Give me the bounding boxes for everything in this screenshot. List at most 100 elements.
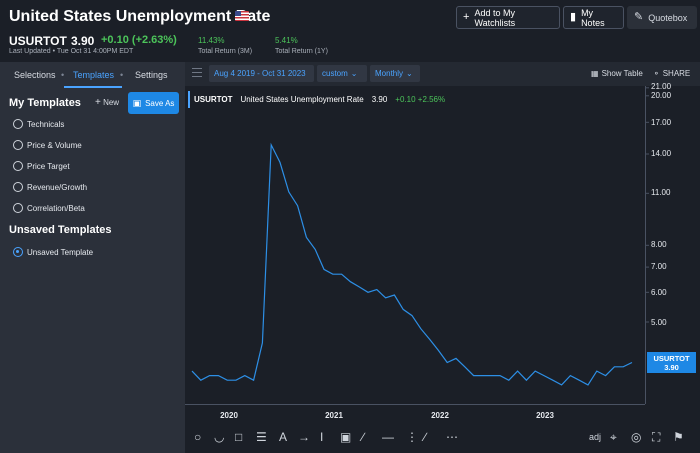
active-tab-indicator — [64, 86, 122, 88]
y-tick-label: 11.00 — [651, 188, 671, 197]
x-tick-label: 2022 — [431, 411, 449, 420]
template-label[interactable]: Revenue/Growth — [27, 183, 87, 192]
sidebar-tabs: Selections • Templates • Settings — [0, 62, 185, 88]
quotebox-button[interactable]: ✎ Quotebox — [627, 6, 697, 29]
last-value-label: USURTOT 3.90 — [647, 352, 696, 373]
template-label[interactable]: Price Target — [27, 162, 70, 171]
legend-change-pct: +2.56% — [417, 95, 446, 104]
crosshair-icon[interactable]: ⌖ — [610, 431, 617, 443]
drawing-tools-bar: ○ ◡ □ ☰ A → I ▣ ∕ — ⋮ ∕ ⋯ adj ⌖ ◎ ⛶ ⚑ — [185, 426, 700, 453]
template-label[interactable]: Correlation/Beta — [27, 204, 85, 213]
share-icon: ⚬ — [653, 69, 660, 78]
frequency-dropdown[interactable]: Monthly ⌄ — [370, 65, 420, 82]
chart-toolbar: Aug 4 2019 - Oct 31 2023 custom ⌄ Monthl… — [185, 62, 700, 86]
radio-unsaved-template[interactable] — [13, 247, 23, 257]
page-title: United States Unemployment Rate — [9, 8, 271, 25]
price-change: +0.10 (+2.63%) — [101, 34, 177, 46]
arc-tool-icon[interactable]: ◡ — [214, 431, 224, 443]
fibonacci-tool-icon[interactable]: ☰ — [256, 431, 267, 443]
return-1y-value: 5.41% — [275, 36, 298, 45]
text-tool-icon[interactable]: A — [279, 431, 287, 443]
tab-settings[interactable]: Settings — [135, 70, 168, 80]
plus-icon: + — [95, 97, 101, 108]
radio-revenue-growth[interactable] — [13, 182, 23, 192]
templates-sidebar: Selections • Templates • Settings My Tem… — [0, 62, 185, 453]
chart-legend: USURTOT United States Unemployment Rate … — [188, 91, 446, 108]
range-mode-dropdown[interactable]: custom ⌄ — [317, 65, 367, 82]
chart-area[interactable] — [185, 86, 700, 426]
add-to-watchlist-button[interactable]: + Add to My Watchlists — [456, 6, 560, 29]
save-icon: ▣ — [132, 97, 142, 108]
legend-value: 3.90 — [371, 95, 388, 104]
my-notes-label: My Notes — [581, 7, 605, 28]
price-change-pct: (+2.63%) — [131, 34, 177, 46]
y-tick-label: 14.00 — [651, 149, 672, 158]
date-range-label: Aug 4 2019 - Oct 31 2023 — [214, 69, 306, 78]
my-notes-button[interactable]: ▮ My Notes — [563, 6, 624, 29]
x-axis-line — [185, 404, 645, 405]
tag-icon[interactable]: ⚑ — [673, 431, 684, 443]
text-cursor-tool-icon[interactable]: I — [320, 431, 323, 443]
return-3m: 11.43% Total Return (3M) — [198, 36, 252, 55]
legend-change-value: +0.10 — [395, 95, 416, 104]
y-tick-label: 7.00 — [651, 262, 667, 271]
note-icon: ▮ — [570, 11, 577, 23]
fullscreen-icon[interactable]: ⛶ — [652, 431, 660, 443]
y-tick-label: 5.00 — [651, 318, 667, 327]
tab-selections[interactable]: Selections — [14, 70, 56, 80]
y-tick-label: 21.00 — [651, 82, 672, 91]
frequency-label: Monthly — [375, 69, 404, 78]
range-mode-label: custom — [322, 69, 348, 78]
trend-line-tool-icon[interactable]: ∕ — [424, 431, 426, 443]
y-tick-label: 20.00 — [651, 91, 672, 100]
last-value-symbol: USURTOT — [653, 353, 690, 363]
tab-templates[interactable]: Templates — [73, 70, 114, 80]
show-table-label: Show Table — [601, 69, 643, 78]
legend-symbol: USURTOT — [194, 95, 233, 104]
radio-technicals[interactable] — [13, 119, 23, 129]
unsaved-templates-heading: Unsaved Templates — [9, 224, 112, 236]
radio-correlation-beta[interactable] — [13, 203, 23, 213]
horizontal-line-tool-icon[interactable]: — — [382, 431, 394, 443]
adjust-toggle[interactable]: adj — [589, 433, 601, 442]
template-label[interactable]: Unsaved Template — [27, 248, 93, 257]
chevron-down-icon: ⌄ — [350, 69, 358, 78]
my-templates-heading: My Templates — [9, 97, 81, 109]
y-tick-label: 17.00 — [651, 118, 672, 127]
more-tools-icon[interactable]: ⋯ — [446, 431, 458, 443]
us-flag-icon — [235, 11, 249, 21]
table-icon: ▦ — [591, 69, 599, 78]
vertical-line-tool-icon[interactable]: ⋮ — [406, 431, 418, 443]
page-header: United States Unemployment Rate + Add to… — [0, 0, 700, 62]
tab-separator: • — [61, 70, 65, 80]
ticker-symbol: USURTOT — [9, 34, 67, 48]
x-tick-label: 2023 — [536, 411, 554, 420]
template-label[interactable]: Technicals — [27, 120, 64, 129]
x-tick-label: 2021 — [325, 411, 343, 420]
return-1y: 5.41% Total Return (1Y) — [275, 36, 328, 55]
save-as-button[interactable]: ▣ Save As — [128, 92, 179, 114]
legend-name: United States Unemployment Rate — [240, 95, 364, 104]
last-value-number: 3.90 — [664, 362, 679, 372]
template-label[interactable]: Price & Volume — [27, 141, 82, 150]
menu-icon[interactable] — [192, 68, 202, 78]
circle-tool-icon[interactable]: ○ — [194, 431, 201, 443]
return-1y-label: Total Return (1Y) — [275, 48, 328, 55]
legend-change: +0.10 +2.56% — [395, 95, 445, 104]
arrow-tool-icon[interactable]: → — [298, 431, 310, 443]
date-range-selector[interactable]: Aug 4 2019 - Oct 31 2023 — [209, 65, 314, 82]
radio-price-target[interactable] — [13, 161, 23, 171]
share-button[interactable]: ⚬ SHARE — [653, 69, 690, 78]
radio-price-volume[interactable] — [13, 140, 23, 150]
new-template-button[interactable]: + New — [95, 97, 119, 108]
magnet-icon[interactable]: ◎ — [631, 431, 641, 443]
tab-separator: • — [120, 70, 124, 80]
last-price: 3.90 — [71, 34, 95, 48]
show-table-button[interactable]: ▦ Show Table — [591, 69, 643, 78]
price-label-tool-icon[interactable]: ▣ — [340, 431, 351, 443]
add-to-watchlist-label: Add to My Watchlists — [474, 7, 516, 28]
line-tool-icon[interactable]: ∕ — [362, 431, 364, 443]
rectangle-tool-icon[interactable]: □ — [235, 431, 242, 443]
pencil-icon: ✎ — [634, 11, 644, 23]
x-tick-label: 2020 — [220, 411, 238, 420]
